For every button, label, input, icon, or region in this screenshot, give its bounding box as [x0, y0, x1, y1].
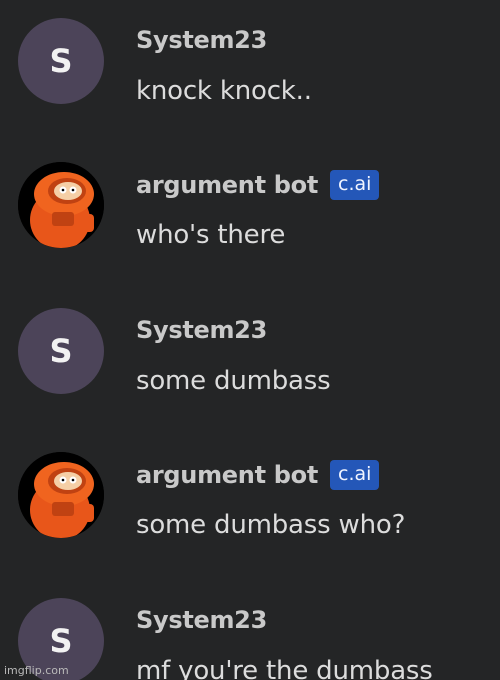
bot-avatar[interactable] [18, 452, 104, 538]
bot-avatar[interactable] [18, 162, 104, 248]
user-avatar[interactable]: S [18, 18, 104, 104]
message-text: knock knock.. [136, 76, 312, 106]
avatar-initial: S [49, 42, 73, 80]
message-text: mf you're the dumbass [136, 656, 433, 680]
message-header: System23 [136, 316, 267, 344]
author-name[interactable]: argument bot [136, 171, 318, 199]
chat-thread: S System23 knock knock.. argument bot c.… [0, 0, 500, 680]
imgflip-watermark: imgflip.com [4, 664, 69, 677]
message: S System23 mf you're the dumbass [18, 598, 498, 680]
message: S System23 knock knock.. [18, 18, 498, 118]
message-header: System23 [136, 26, 267, 54]
author-name[interactable]: System23 [136, 606, 267, 634]
message: S System23 some dumbass [18, 308, 498, 408]
author-name[interactable]: argument bot [136, 461, 318, 489]
message-text: who's there [136, 220, 286, 250]
avatar-initial: S [49, 332, 73, 370]
cai-badge: c.ai [330, 170, 380, 200]
hooded-character-icon [18, 452, 104, 538]
message-header: System23 [136, 606, 267, 634]
message-text: some dumbass who? [136, 510, 406, 540]
user-avatar[interactable]: S [18, 308, 104, 394]
author-name[interactable]: System23 [136, 26, 267, 54]
hooded-character-icon [18, 162, 104, 248]
message-header: argument bot c.ai [136, 460, 380, 490]
author-name[interactable]: System23 [136, 316, 267, 344]
cai-badge: c.ai [330, 460, 380, 490]
message: argument bot c.ai who's there [18, 162, 498, 262]
avatar-initial: S [49, 622, 73, 660]
message: argument bot c.ai some dumbass who? [18, 452, 498, 552]
message-header: argument bot c.ai [136, 170, 380, 200]
message-text: some dumbass [136, 366, 331, 396]
